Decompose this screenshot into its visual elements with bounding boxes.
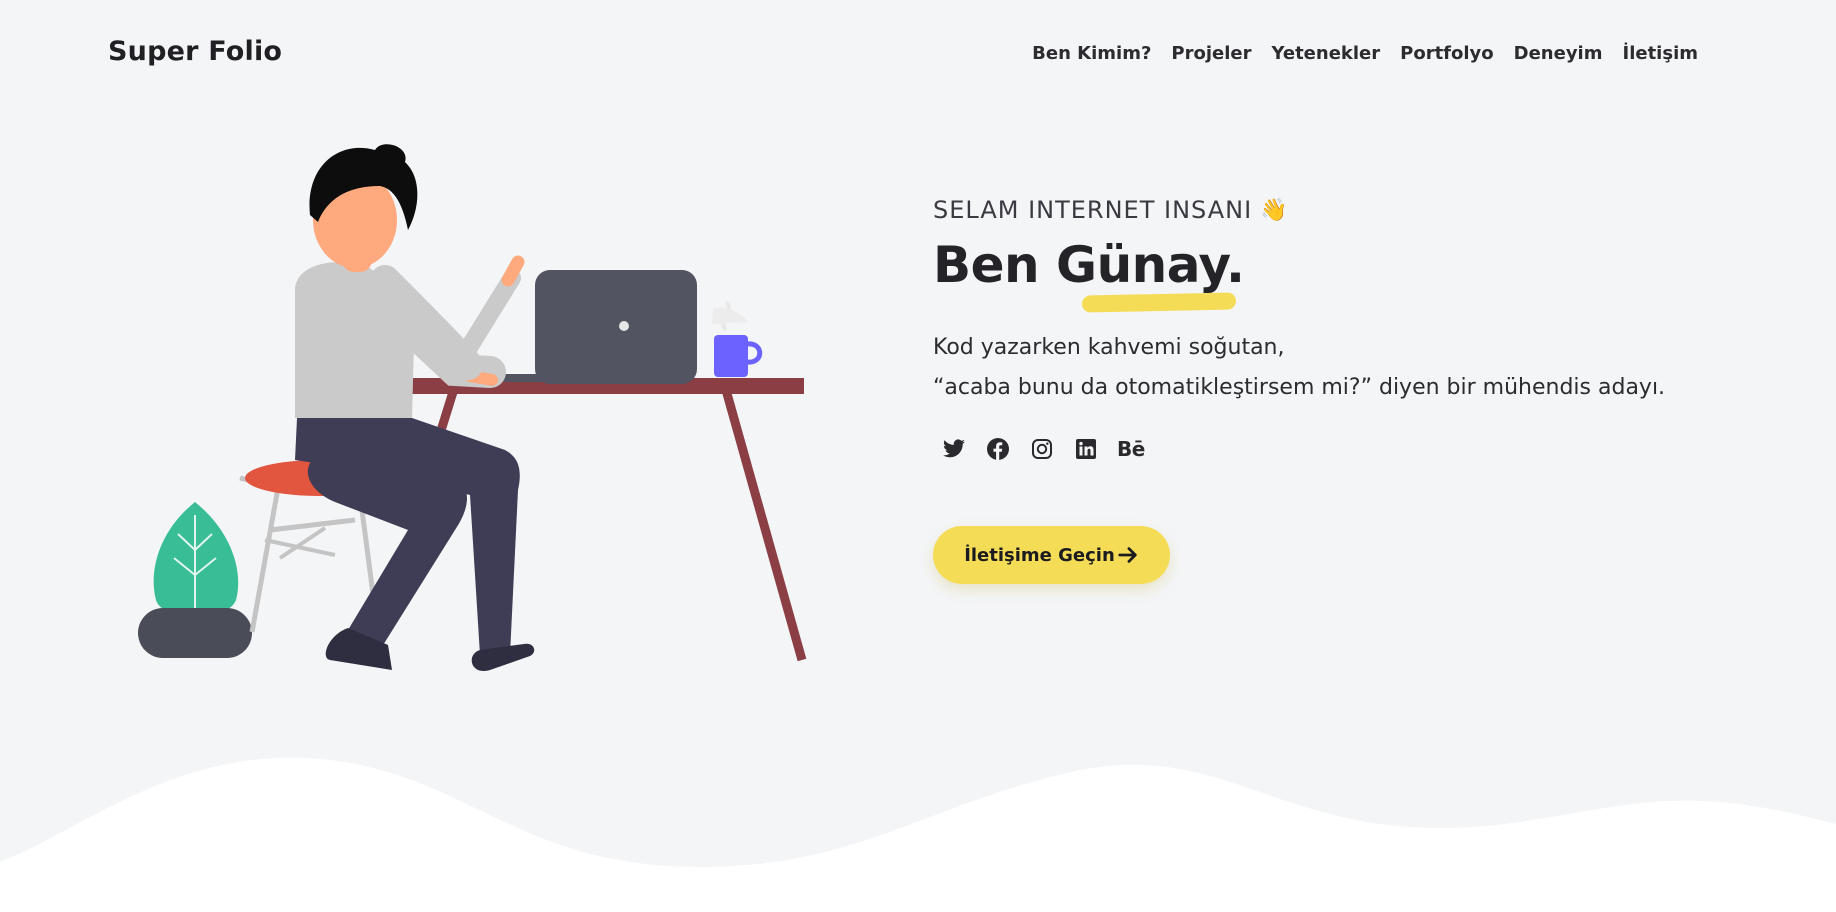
waving-hand-icon: 👋 bbox=[1260, 197, 1289, 223]
nav-item-projects[interactable]: Projeler bbox=[1171, 43, 1251, 64]
facebook-icon[interactable] bbox=[985, 436, 1011, 462]
social-links: Bē bbox=[933, 436, 1733, 462]
twitter-icon[interactable] bbox=[941, 436, 967, 462]
nav-item-portfolio[interactable]: Portfolyo bbox=[1400, 43, 1494, 64]
person-illustration bbox=[295, 144, 535, 672]
name-highlight bbox=[1081, 292, 1237, 313]
nav-item-skills[interactable]: Yetenekler bbox=[1271, 43, 1380, 64]
contact-cta-button[interactable]: İletişime Geçin bbox=[933, 526, 1170, 584]
arrow-right-icon bbox=[1118, 547, 1137, 563]
bottom-wave-decoration bbox=[0, 757, 1836, 912]
hero-section: SELAM INTERNET INSANI 👋 Ben Günay. Kod y… bbox=[933, 196, 1733, 584]
linkedin-icon[interactable] bbox=[1073, 436, 1099, 462]
nav-item-about[interactable]: Ben Kimim? bbox=[1032, 43, 1151, 64]
laptop-illustration bbox=[490, 270, 697, 384]
instagram-icon[interactable] bbox=[1029, 436, 1055, 462]
hero-illustration bbox=[138, 144, 807, 672]
bio-line-1: Kod yazarken kahvemi soğutan, bbox=[933, 335, 1285, 360]
nav-item-experience[interactable]: Deneyim bbox=[1514, 43, 1603, 64]
mug-illustration bbox=[712, 300, 763, 377]
greeting-label: SELAM INTERNET INSANI bbox=[933, 196, 1253, 224]
bio-text: Kod yazarken kahvemi soğutan, “acaba bun… bbox=[933, 328, 1733, 408]
main-nav: Ben Kimim? Projeler Yetenekler Portfolyo… bbox=[1032, 43, 1698, 64]
plant-illustration bbox=[138, 502, 252, 658]
page: Super Folio Ben Kimim? Projeler Yetenekl… bbox=[0, 0, 1836, 912]
contact-cta-label: İletişime Geçin bbox=[964, 544, 1115, 566]
greeting-text: SELAM INTERNET INSANI 👋 bbox=[933, 196, 1733, 224]
name-heading-wrap: Ben Günay. bbox=[933, 236, 1733, 313]
brand-logo[interactable]: Super Folio bbox=[108, 36, 282, 67]
nav-item-contact[interactable]: İletişim bbox=[1623, 43, 1699, 64]
bio-line-2: “acaba bunu da otomatikleştirsem mi?” di… bbox=[933, 375, 1666, 400]
behance-icon[interactable]: Bē bbox=[1117, 436, 1145, 462]
name-heading: Ben Günay. bbox=[933, 236, 1245, 294]
